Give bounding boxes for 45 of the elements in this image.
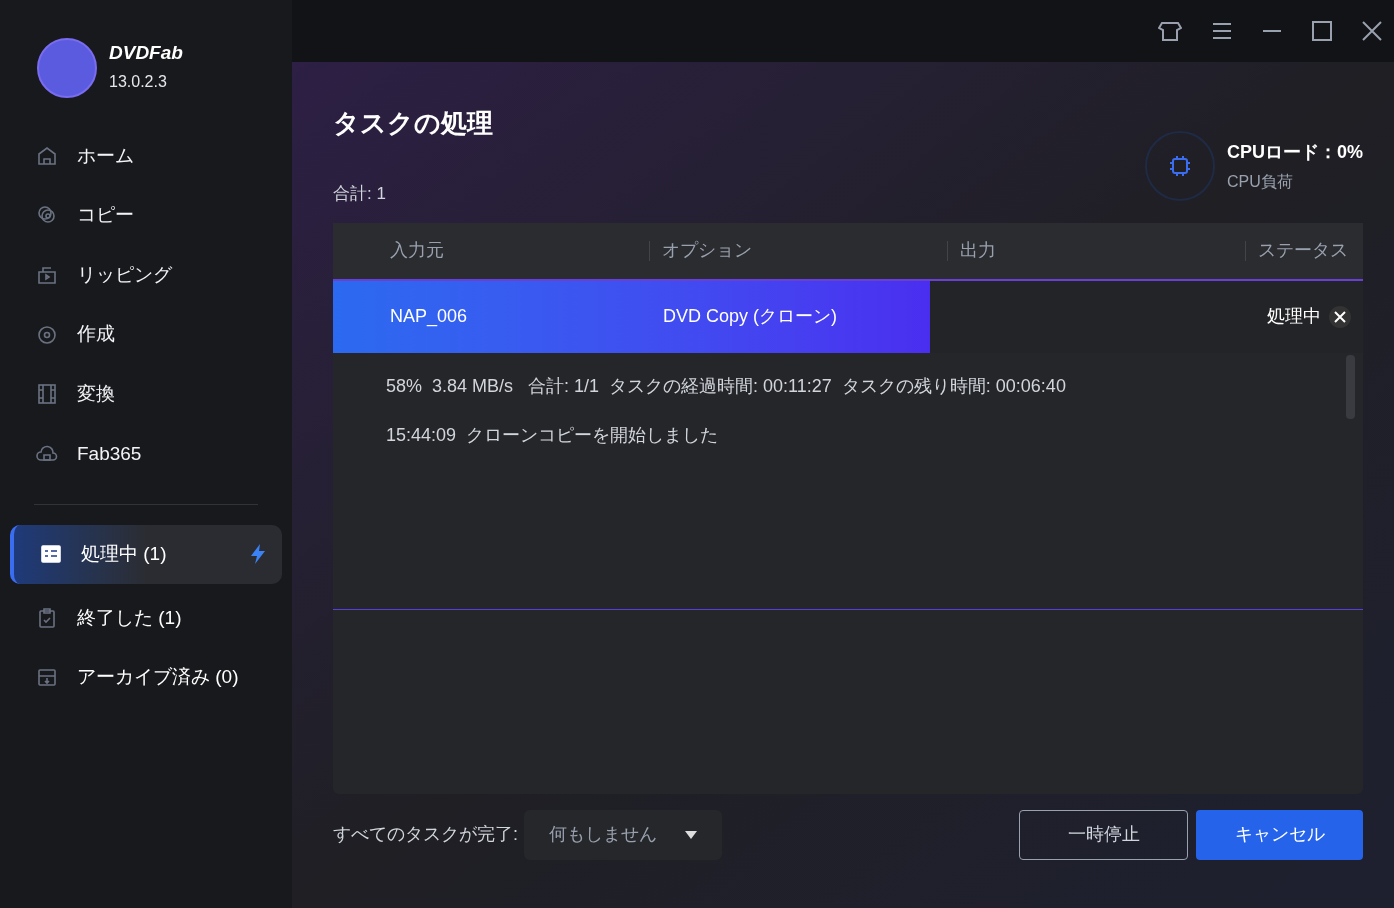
nav-item[interactable]: コピー xyxy=(0,185,292,246)
checklist-icon xyxy=(40,543,62,566)
queue-item[interactable]: 処理中 (1) xyxy=(10,524,282,584)
cpu-load: CPUロード：0% xyxy=(1226,140,1363,164)
chip-icon xyxy=(1167,154,1192,179)
on-complete-dropdown[interactable]: 何もしません xyxy=(524,809,722,860)
log-line: 15:44:09 クローンコピーを開始しました xyxy=(386,423,720,447)
column-header: ステータス xyxy=(1258,239,1348,262)
task-total: 合計: 1 xyxy=(333,183,387,205)
home-icon xyxy=(36,144,58,167)
nav-item[interactable]: ホーム xyxy=(0,126,292,186)
on-complete-label: すべてのタスクが完了: xyxy=(333,823,518,846)
nav-item[interactable]: Fab365 xyxy=(0,423,292,484)
logo-icon xyxy=(37,38,97,98)
column-header: オプション xyxy=(662,239,752,262)
pause-button[interactable]: 一時停止 xyxy=(1019,809,1188,860)
caret-icon xyxy=(685,830,697,839)
table-cell: NAP_006 xyxy=(390,306,468,326)
clipboard-check-icon xyxy=(36,607,58,630)
film-icon xyxy=(36,383,58,406)
queue-item[interactable]: 終了した (1) xyxy=(10,593,282,643)
scrollbar xyxy=(1346,354,1355,419)
column-header: 出力 xyxy=(960,239,996,262)
page-title: タスクの処理 xyxy=(333,107,493,140)
maximize-icon[interactable] xyxy=(1312,21,1332,41)
log-line: 58% 3.84 MB/s 合計: 1/1 タスクの経過時間: 00:11:27 タスクの残り時間: 00:06:40 xyxy=(386,374,1067,398)
archive-icon xyxy=(36,666,58,689)
folder-play-icon xyxy=(36,264,58,286)
table-cell: DVD Copy (クローン) xyxy=(663,306,837,326)
disc-icon xyxy=(36,323,58,346)
queue-item[interactable]: アーカイブ済み (0) xyxy=(10,652,282,702)
nav-item[interactable]: 変換 xyxy=(0,364,292,424)
close-icon[interactable] xyxy=(1329,305,1351,328)
nav-item[interactable]: 作成 xyxy=(0,304,292,365)
close-icon[interactable] xyxy=(1362,21,1382,41)
app-name: DVDFab xyxy=(109,42,183,62)
menu-icon[interactable] xyxy=(1212,22,1232,40)
table-cell-text: 処理中 xyxy=(1267,305,1321,328)
cancel-button[interactable]: キャンセル xyxy=(1196,809,1363,860)
column-header: 入力元 xyxy=(390,240,444,260)
nav-item[interactable]: リッピング xyxy=(0,245,292,305)
app-version: 13.0.2.3 xyxy=(109,71,168,92)
cpu-caption: CPU負荷 xyxy=(1226,171,1294,192)
minimize-icon[interactable] xyxy=(1262,29,1282,33)
shirt-icon[interactable] xyxy=(1158,20,1182,42)
